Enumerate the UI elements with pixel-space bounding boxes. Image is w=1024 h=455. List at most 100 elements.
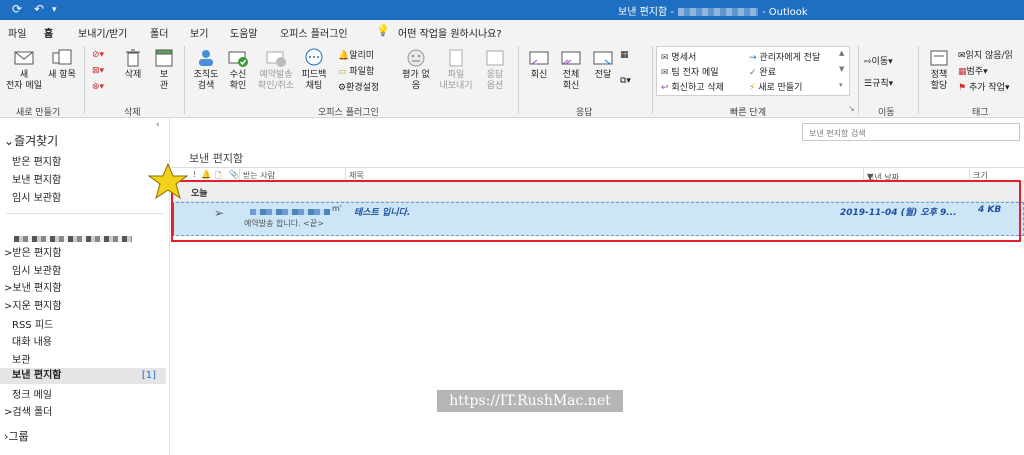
quick-step-create-new[interactable]: ⚡ 새로 만들기 — [749, 80, 802, 93]
forward-button[interactable]: 전달 — [588, 48, 618, 81]
folder-sent-selected[interactable]: 보낸 편지함 [1] — [0, 368, 166, 384]
collapse-pane-icon[interactable]: ‹ — [156, 120, 160, 130]
file-box-button[interactable]: ▭ 파일함 — [338, 64, 374, 77]
tell-me-search[interactable]: 어떤 작업을 원하시나요? — [398, 25, 502, 40]
dialog-launcher-icon[interactable]: ↘ — [848, 104, 855, 113]
tab-office-plugin[interactable]: 오피스 플러그인 — [280, 25, 348, 40]
fav-sent[interactable]: 보낸 편지함 — [12, 171, 61, 186]
folder-label: 검색 폴더 — [12, 407, 53, 418]
folder-sent-sub[interactable]: >보낸 편지함 — [4, 279, 62, 294]
watermark: https://IT.RushMac.net — [437, 390, 623, 412]
forward-icon — [593, 51, 613, 65]
quick-step-done[interactable]: ✓ 완료 — [749, 65, 776, 78]
folder-drafts[interactable]: 임시 보관함 — [12, 262, 61, 277]
junk-icon[interactable]: ⊗▾ — [92, 82, 104, 92]
fav-drafts[interactable]: 임시 보관함 — [12, 189, 61, 204]
archive-icon — [155, 49, 173, 67]
quick-access-dropdown-icon[interactable]: ▾ — [52, 5, 57, 15]
org-search-button[interactable]: 조직도 검색 — [188, 48, 224, 92]
move-button[interactable]: ⇨이동▾ — [864, 54, 893, 67]
followup-button[interactable]: ⚑ 추가 작업▾ — [958, 80, 1009, 93]
reply-options-button[interactable]: 응답 옵션 — [476, 48, 514, 92]
meeting-reply-icon[interactable]: ▦ — [620, 50, 629, 60]
quick-step-create-new-label: 새로 만들기 — [758, 83, 803, 93]
tab-folder[interactable]: 폴더 — [150, 25, 168, 40]
feedback-chat-button[interactable]: 피드백 채팅 — [298, 48, 330, 92]
group-separator — [918, 46, 919, 114]
archive-button[interactable]: 보 관 — [150, 48, 178, 92]
policy-button[interactable]: 정책 할당 — [922, 48, 956, 92]
tab-view[interactable]: 보기 — [190, 25, 208, 40]
folder-inbox[interactable]: >받은 편지함 — [4, 244, 62, 259]
trash-icon — [126, 49, 140, 67]
rules-button[interactable]: ☰규칙▾ — [864, 76, 893, 89]
favorites-header[interactable]: ⌄즐겨찾기 — [4, 132, 58, 149]
delete-button[interactable]: 삭제 — [118, 48, 148, 81]
folder-pane: ‹ ⌄즐겨찾기 받은 편지함 보낸 편지함 임시 보관함 >받은 편지함 임시 … — [0, 118, 170, 455]
importance-icon[interactable]: ! — [193, 170, 196, 179]
folder-label: 보낸 편지함 — [12, 283, 62, 294]
new-items-button[interactable]: 새 항목 — [44, 48, 80, 81]
reply-button[interactable]: 회신 — [524, 48, 554, 81]
undo-icon[interactable]: ↶ — [34, 2, 44, 16]
reply-delete-icon: ↩ — [661, 83, 669, 93]
folder-conversation[interactable]: 대화 내용 — [12, 333, 52, 348]
settings-button[interactable]: ⚙환경설정 — [338, 80, 379, 93]
quick-step-statement-label: 명세서 — [671, 53, 697, 63]
tab-send-receive[interactable]: 보내기/받기 — [78, 25, 127, 40]
quick-step-to-manager[interactable]: → 관리자에게 전달 — [749, 50, 820, 63]
folder-archive[interactable]: 보관 — [12, 351, 30, 366]
schedule-send-button[interactable]: 예약발송 확인/취소 — [254, 48, 298, 92]
group-label-new: 새로 만들기 — [16, 108, 61, 118]
folder-search[interactable]: >검색 폴더 — [4, 403, 52, 418]
receipt-check-icon — [228, 51, 248, 67]
schedule-send-label: 예약발송 확인/취소 — [257, 70, 295, 91]
read-receipt-label: 수신 확인 — [229, 70, 247, 91]
reminder-icon[interactable]: 🔔 — [201, 170, 211, 179]
schedule-mail-icon — [266, 51, 286, 67]
tab-file[interactable]: 파일 — [8, 25, 26, 40]
account-name-blurred — [14, 236, 132, 242]
arrow-right-icon: → — [749, 53, 757, 63]
file-export-button[interactable]: 파일 내보내기 — [436, 48, 476, 92]
org-search-label: 조직도 검색 — [193, 70, 219, 91]
search-input[interactable]: 보낸 편지함 검색 — [802, 123, 1020, 141]
file-box-label: 파일함 — [349, 67, 375, 77]
quick-step-statement[interactable]: ✉ 명세서 — [661, 50, 696, 63]
quick-step-reply-delete[interactable]: ↩ 회신하고 삭제 — [661, 80, 724, 93]
reply-all-button[interactable]: 전체 회신 — [556, 48, 586, 92]
tab-help[interactable]: 도움말 — [230, 25, 258, 40]
categorize-button[interactable]: ▦범주▾ — [958, 64, 988, 77]
forward-label: 전달 — [594, 70, 612, 80]
favorites-label: 즐겨찾기 — [14, 134, 59, 148]
cleanup-icon[interactable]: ⊠▾ — [92, 66, 104, 76]
ignore-icon[interactable]: ⊘▾ — [92, 50, 104, 60]
unread-label: 읽지 않음/읽 — [965, 51, 1013, 61]
folder-junk[interactable]: 정크 메일 — [12, 386, 52, 401]
folder-label: 임시 보관함 — [12, 266, 62, 277]
folder-deleted[interactable]: >지운 편지함 — [4, 297, 62, 312]
rating-label: 평가 없 음 — [402, 70, 430, 91]
alarm-button[interactable]: 🔔알리미 — [338, 48, 374, 61]
more-respond-icon[interactable]: ⧉▾ — [620, 76, 631, 86]
gallery-expand-icon[interactable]: ▾ — [839, 81, 843, 89]
unread-button[interactable]: ✉읽지 않음/읽 — [958, 48, 1013, 61]
envelope-icon — [14, 51, 34, 65]
group-label-delete: 삭제 — [124, 108, 141, 118]
envelope-icon: ✉ — [661, 53, 669, 63]
title-bar: ⟳ ↶ ▾ 보낸 편지함 -- Outlook — [0, 0, 1024, 20]
flag-icon: ⚑ — [958, 83, 967, 93]
read-receipt-button[interactable]: 수신 확인 — [222, 48, 254, 92]
sync-icon[interactable]: ⟳ — [12, 2, 22, 16]
scroll-down-icon[interactable]: ▼ — [839, 65, 844, 73]
new-email-button[interactable]: 새 전자 메일 — [4, 48, 44, 92]
groups-header[interactable]: ›그룹 — [4, 428, 29, 444]
rating-button[interactable]: 평가 없 음 — [396, 48, 436, 92]
quick-step-team-email[interactable]: ✉ 팀 전자 메일 — [661, 65, 719, 78]
folder-rss[interactable]: RSS 피드 — [12, 316, 53, 331]
checkmark-icon: ✓ — [749, 68, 757, 78]
quick-steps-gallery: ✉ 명세서 ✉ 팀 전자 메일 ↩ 회신하고 삭제 → 관리자에게 전달 ✓ 완… — [656, 46, 850, 96]
fav-inbox[interactable]: 받은 편지함 — [12, 153, 61, 168]
attachment-icon[interactable]: 📎 — [229, 170, 239, 179]
scroll-up-icon[interactable]: ▲ — [839, 49, 844, 57]
